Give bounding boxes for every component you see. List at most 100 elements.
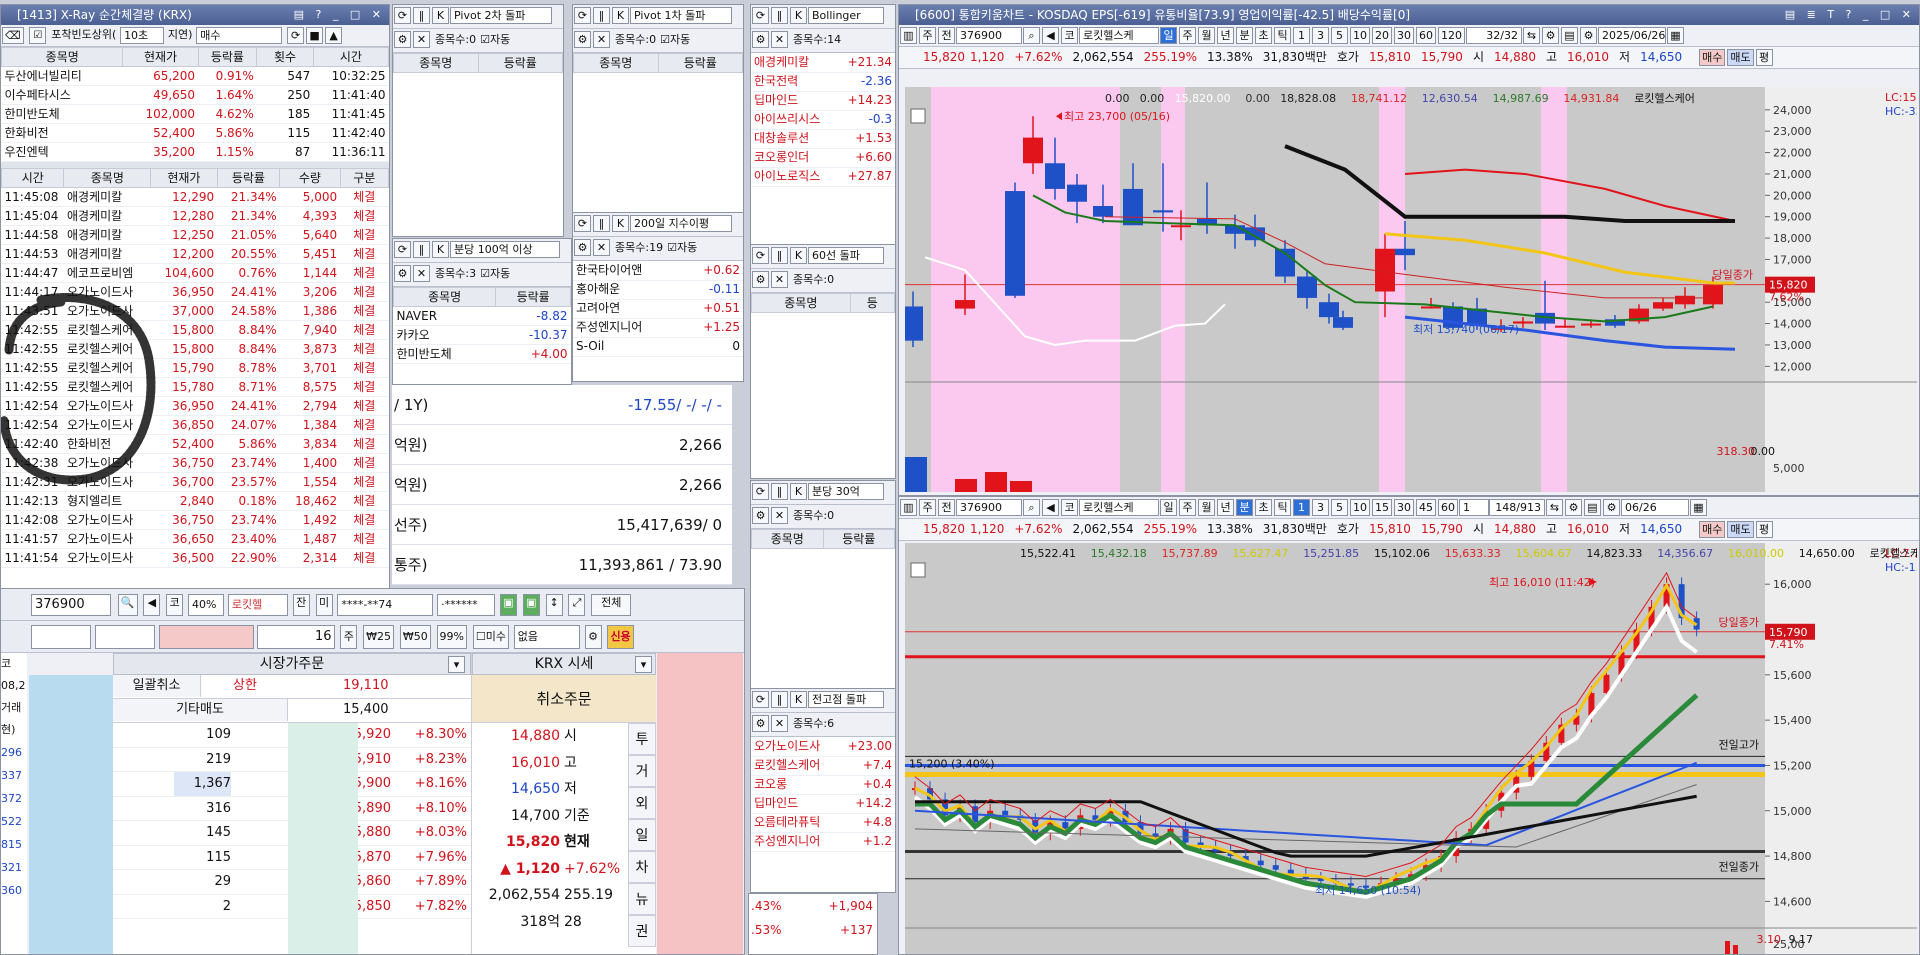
k25-button[interactable]: ₩25 xyxy=(363,625,395,649)
auto-checkbox[interactable]: ☑자동 xyxy=(480,267,510,280)
side-tab[interactable]: 거 xyxy=(628,755,656,787)
config-icon[interactable]: ⚙ xyxy=(1580,27,1597,44)
close-icon[interactable]: ✕ xyxy=(413,265,430,282)
updown-icon[interactable]: ↕ xyxy=(545,594,563,616)
column-header[interactable]: 구분 xyxy=(339,168,389,188)
close-icon[interactable]: ✕ xyxy=(771,271,788,288)
gear-icon[interactable]: ⚙ xyxy=(394,265,411,282)
expand-icon[interactable]: ⤢ xyxy=(568,594,586,616)
side-select[interactable]: 매수 xyxy=(196,27,283,44)
week-button[interactable]: 주 xyxy=(919,499,936,516)
chart-date[interactable]: 06/26 xyxy=(1621,499,1689,516)
list-item[interactable]: 대창솔루션 +1.53 xyxy=(751,129,895,149)
search-icon[interactable]: 🔍 xyxy=(117,594,138,616)
period-button[interactable]: 주 xyxy=(1179,27,1196,44)
condition-select[interactable]: 없음 xyxy=(513,625,580,649)
auto-checkbox[interactable]: ☑자동 xyxy=(480,33,510,46)
pause-icon[interactable]: ‖ xyxy=(413,7,430,24)
interval-button[interactable]: 3 xyxy=(1312,27,1329,44)
condition-name[interactable]: 분당 30억 xyxy=(808,483,884,500)
scroll-icon[interactable]: ⇆ xyxy=(1523,27,1540,44)
period-button[interactable]: 분 xyxy=(1236,27,1253,44)
gear-icon[interactable]: ⚙ xyxy=(752,271,769,288)
table-row[interactable]: 11:41:57 오가노이드사 36,650 23.40% 1,487 체결 xyxy=(1,529,389,549)
krx-dropdown[interactable]: ▾ xyxy=(635,656,652,673)
period-button[interactable]: 초 xyxy=(1255,27,1272,44)
list-item[interactable]: 주성엔지니어 +1.25 xyxy=(573,318,743,338)
table-row[interactable]: 이수페타시스 49,650 1.64% 250 11:41:40 xyxy=(1,85,389,105)
period-button[interactable]: 초 xyxy=(1255,499,1272,516)
interval-button[interactable]: 5 xyxy=(1331,499,1348,516)
table-row[interactable]: 11:44:58 애경케미칼 12,250 21.05% 5,640 체결 xyxy=(1,225,389,245)
pause-icon[interactable]: ‖ xyxy=(413,241,430,258)
column-header[interactable]: 종목명 xyxy=(393,287,497,307)
gear-icon[interactable]: ⚙ xyxy=(752,507,769,524)
chart-titlebar[interactable]: [6600] 통합키움차트 - KOSDAQ EPS[-619] 유통비율[73… xyxy=(899,5,1919,25)
stock-name-field[interactable]: 로킷헬 xyxy=(227,594,288,616)
p99-button[interactable]: 99% xyxy=(436,625,467,649)
k-button[interactable]: K xyxy=(432,7,449,24)
column-header[interactable]: 등락률 xyxy=(495,287,571,307)
gear-icon[interactable]: ⚙ xyxy=(574,31,591,48)
interval-button[interactable]: 60 xyxy=(1416,27,1436,44)
balance-button[interactable]: 잔 xyxy=(292,594,310,616)
table-row[interactable]: 한미반도체 102,000 4.62% 185 11:41:45 xyxy=(1,104,389,124)
interval-button[interactable]: 1 xyxy=(1293,499,1310,516)
period-button[interactable]: 월 xyxy=(1198,499,1215,516)
interval-button[interactable]: 5 xyxy=(1331,27,1348,44)
interval-button[interactable]: 60 xyxy=(1438,499,1458,516)
speaker-icon[interactable]: ◀ xyxy=(1042,27,1059,44)
period-button[interactable]: 일 xyxy=(1160,27,1177,44)
password-field[interactable]: ·****** xyxy=(437,594,496,616)
ratio-field[interactable]: 40% xyxy=(188,594,225,616)
minute-n-select[interactable]: 1 xyxy=(1459,499,1489,516)
close-icon[interactable]: ✕ xyxy=(593,31,610,48)
list-item[interactable]: 아이쓰리시스 -0.3 xyxy=(751,110,895,130)
pause-icon[interactable]: ‖ xyxy=(771,483,788,500)
list-item[interactable]: 아이노로직스 +27.87 xyxy=(751,167,895,187)
close-icon[interactable]: ✕ xyxy=(593,239,610,256)
menu-icon[interactable]: ▥ xyxy=(900,27,917,44)
k-button[interactable]: K xyxy=(790,7,807,24)
price-field[interactable] xyxy=(158,625,254,649)
save-icon[interactable]: ▤ xyxy=(1561,27,1578,44)
side-tab[interactable]: 뉴 xyxy=(628,883,656,915)
table-row[interactable]: 11:45:08 애경케미칼 12,290 21.34% 5,000 체결 xyxy=(1,187,389,207)
checkbox-icon[interactable]: ☑ xyxy=(480,33,490,46)
list-item[interactable]: 코오롱 +0.4 xyxy=(751,775,895,795)
credit-button[interactable]: 신용 xyxy=(607,625,634,649)
nomisu-checkbox[interactable]: ☐미수 xyxy=(472,625,509,649)
sell-button[interactable]: 매도 xyxy=(1727,521,1754,538)
table-row[interactable]: 11:44:53 애경케미칼 12,200 20.55% 5,451 체결 xyxy=(1,244,389,264)
checkbox-icon[interactable]: ☑ xyxy=(660,33,670,46)
stop-icon[interactable]: ■ xyxy=(306,27,324,44)
list-item[interactable]: 딥마인드 +14.23 xyxy=(751,91,895,111)
refresh-icon[interactable]: ⟳ xyxy=(574,7,591,24)
interval-button[interactable]: 3 xyxy=(1312,499,1329,516)
column-header[interactable]: 등락률 xyxy=(657,53,743,73)
order-type-field-2[interactable] xyxy=(94,625,155,649)
save-icon[interactable]: ▤ xyxy=(1584,499,1601,516)
column-header[interactable]: 종목명 xyxy=(751,293,851,313)
list-item[interactable]: 오가노이드사 +23.00 xyxy=(751,737,895,757)
list-item[interactable]: S-Oil 0 xyxy=(573,337,743,357)
k-button[interactable]: K xyxy=(432,241,449,258)
period-button[interactable]: 월 xyxy=(1198,27,1215,44)
table-row[interactable]: 11:45:04 애경케미칼 12,280 21.34% 4,393 체결 xyxy=(1,206,389,226)
condition-name[interactable]: 분당 100억 이상 xyxy=(450,241,560,258)
column-header[interactable]: 현재가 xyxy=(150,168,218,188)
close-icon[interactable]: ✕ xyxy=(413,31,430,48)
checkbox-icon[interactable]: ☑ xyxy=(480,267,490,280)
k-button[interactable]: K xyxy=(790,691,807,708)
refresh-icon[interactable]: ⟳ xyxy=(752,247,769,264)
interval-button[interactable]: 1 xyxy=(1293,27,1310,44)
list-item[interactable]: 카카오 -10.37 xyxy=(393,325,571,345)
column-header[interactable]: 종목명 xyxy=(751,529,824,549)
list-item[interactable]: 한국전력 -2.36 xyxy=(751,72,895,92)
page-indicator[interactable]: 148/913 xyxy=(1489,499,1545,516)
speaker-icon[interactable]: ◀ xyxy=(143,594,161,616)
gear-icon[interactable]: ⚙ xyxy=(584,625,602,649)
column-header[interactable]: 횟수 xyxy=(256,47,314,67)
refresh-icon[interactable]: ⟳ xyxy=(394,241,411,258)
interval-select[interactable]: 10초 xyxy=(120,27,165,44)
